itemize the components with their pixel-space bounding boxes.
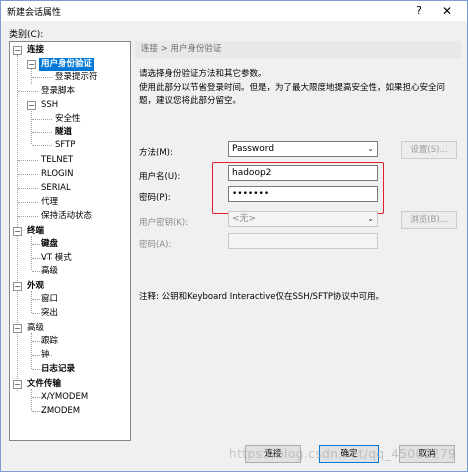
help-button[interactable]: ? <box>409 3 429 19</box>
tree-item-proxy[interactable]: 代理 <box>41 196 58 209</box>
breadcrumb: 连接 > 用户身份验证 <box>135 41 461 58</box>
category-label: 类别(C): <box>9 30 44 40</box>
chevron-down-icon: ⌄ <box>367 144 374 153</box>
user-key-label: 用户密钥(K): <box>139 218 189 228</box>
password-label: 密码(P): <box>139 193 171 203</box>
tree-item-connection[interactable]: 连接 <box>27 44 44 57</box>
tree-item-xymodem[interactable]: X/YMODEM <box>41 391 88 404</box>
tree-item-zmodem[interactable]: ZMODEM <box>41 405 80 418</box>
user-key-value: <无> <box>232 214 257 224</box>
window-title: 新建会话属性 <box>7 8 62 18</box>
settings-button[interactable]: 设置(S)... <box>401 141 457 159</box>
tree-item-tunnel[interactable]: 隧道 <box>55 126 72 139</box>
method-value: Password <box>232 144 275 154</box>
session-properties-dialog: 新建会话属性 ? ✕ 类别(C): − 连接 − 用户身份验证 登录提示符 登录… <box>0 0 468 472</box>
tree-item-login-prompt[interactable]: 登录提示符 <box>55 71 98 84</box>
tree-item-trace[interactable]: 跟踪 <box>41 335 58 348</box>
tree-item-login-script[interactable]: 登录脚本 <box>41 85 75 98</box>
tree-item-file-transfer[interactable]: 文件传输 <box>27 378 61 391</box>
tree-item-advanced[interactable]: 高级 <box>27 322 44 335</box>
tree-item-keepalive[interactable]: 保持活动状态 <box>41 210 92 223</box>
tree-item-telnet[interactable]: TELNET <box>41 154 73 167</box>
browse-button[interactable]: 浏览(B)... <box>401 211 457 229</box>
tree-item-ssh[interactable]: SSH <box>41 99 58 112</box>
tree-item-keyboard[interactable]: 键盘 <box>41 238 58 251</box>
close-button[interactable]: ✕ <box>435 3 459 19</box>
tree-item-security[interactable]: 安全性 <box>55 113 81 126</box>
user-key-select[interactable]: <无> ⌄ <box>228 211 378 227</box>
note-text: 注释: 公钥和Keyboard Interactive仅在SSH/SFTP协议中… <box>139 292 385 302</box>
category-tree[interactable]: − 连接 − 用户身份验证 登录提示符 登录脚本 − SSH 安全性 隧道 SF… <box>9 41 131 441</box>
collapse-icon[interactable]: − <box>13 380 22 389</box>
method-select[interactable]: Password ⌄ <box>228 141 378 157</box>
collapse-icon[interactable]: − <box>13 46 22 55</box>
tree-item-vt-mode[interactable]: VT 模式 <box>41 252 72 265</box>
collapse-icon[interactable]: − <box>13 282 22 291</box>
tree-item-logging[interactable]: 日志记录 <box>41 363 75 376</box>
collapse-icon[interactable]: − <box>27 101 36 110</box>
collapse-icon[interactable]: − <box>27 60 36 69</box>
tree-item-rlogin[interactable]: RLOGIN <box>41 168 73 181</box>
tree-item-window[interactable]: 窗口 <box>41 293 58 306</box>
method-label: 方法(M): <box>139 148 173 158</box>
tree-item-highlight[interactable]: 突出 <box>41 307 58 320</box>
title-bar: 新建会话属性 ? ✕ <box>1 1 467 21</box>
tree-item-appearance[interactable]: 外观 <box>27 280 44 293</box>
tree-item-user-auth[interactable]: 用户身份验证 <box>39 58 95 71</box>
tree-item-bell[interactable]: 钟 <box>41 349 50 362</box>
passphrase-label: 密码(A): <box>139 240 172 250</box>
passphrase-input[interactable] <box>228 233 378 249</box>
description-text: 请选择身份验证方法和其它参数。 <box>139 69 267 79</box>
highlight-box <box>212 162 384 214</box>
chevron-down-icon: ⌄ <box>367 214 374 223</box>
watermark: https://blog.csdn.net/qq_45002279 <box>229 447 457 461</box>
collapse-icon[interactable]: − <box>13 324 22 333</box>
tree-item-terminal-advanced[interactable]: 高级 <box>41 265 58 278</box>
tree-item-serial[interactable]: SERIAL <box>41 182 71 195</box>
tree-item-sftp[interactable]: SFTP <box>55 139 75 152</box>
username-label: 用户名(U): <box>139 172 181 182</box>
collapse-icon[interactable]: − <box>13 227 22 236</box>
security-hint-text: 使用此部分以节省登录时间。但是，为了最大限度地提高安全性，如果担心安全问题，建议… <box>139 83 446 106</box>
tree-item-terminal[interactable]: 终端 <box>27 225 44 238</box>
